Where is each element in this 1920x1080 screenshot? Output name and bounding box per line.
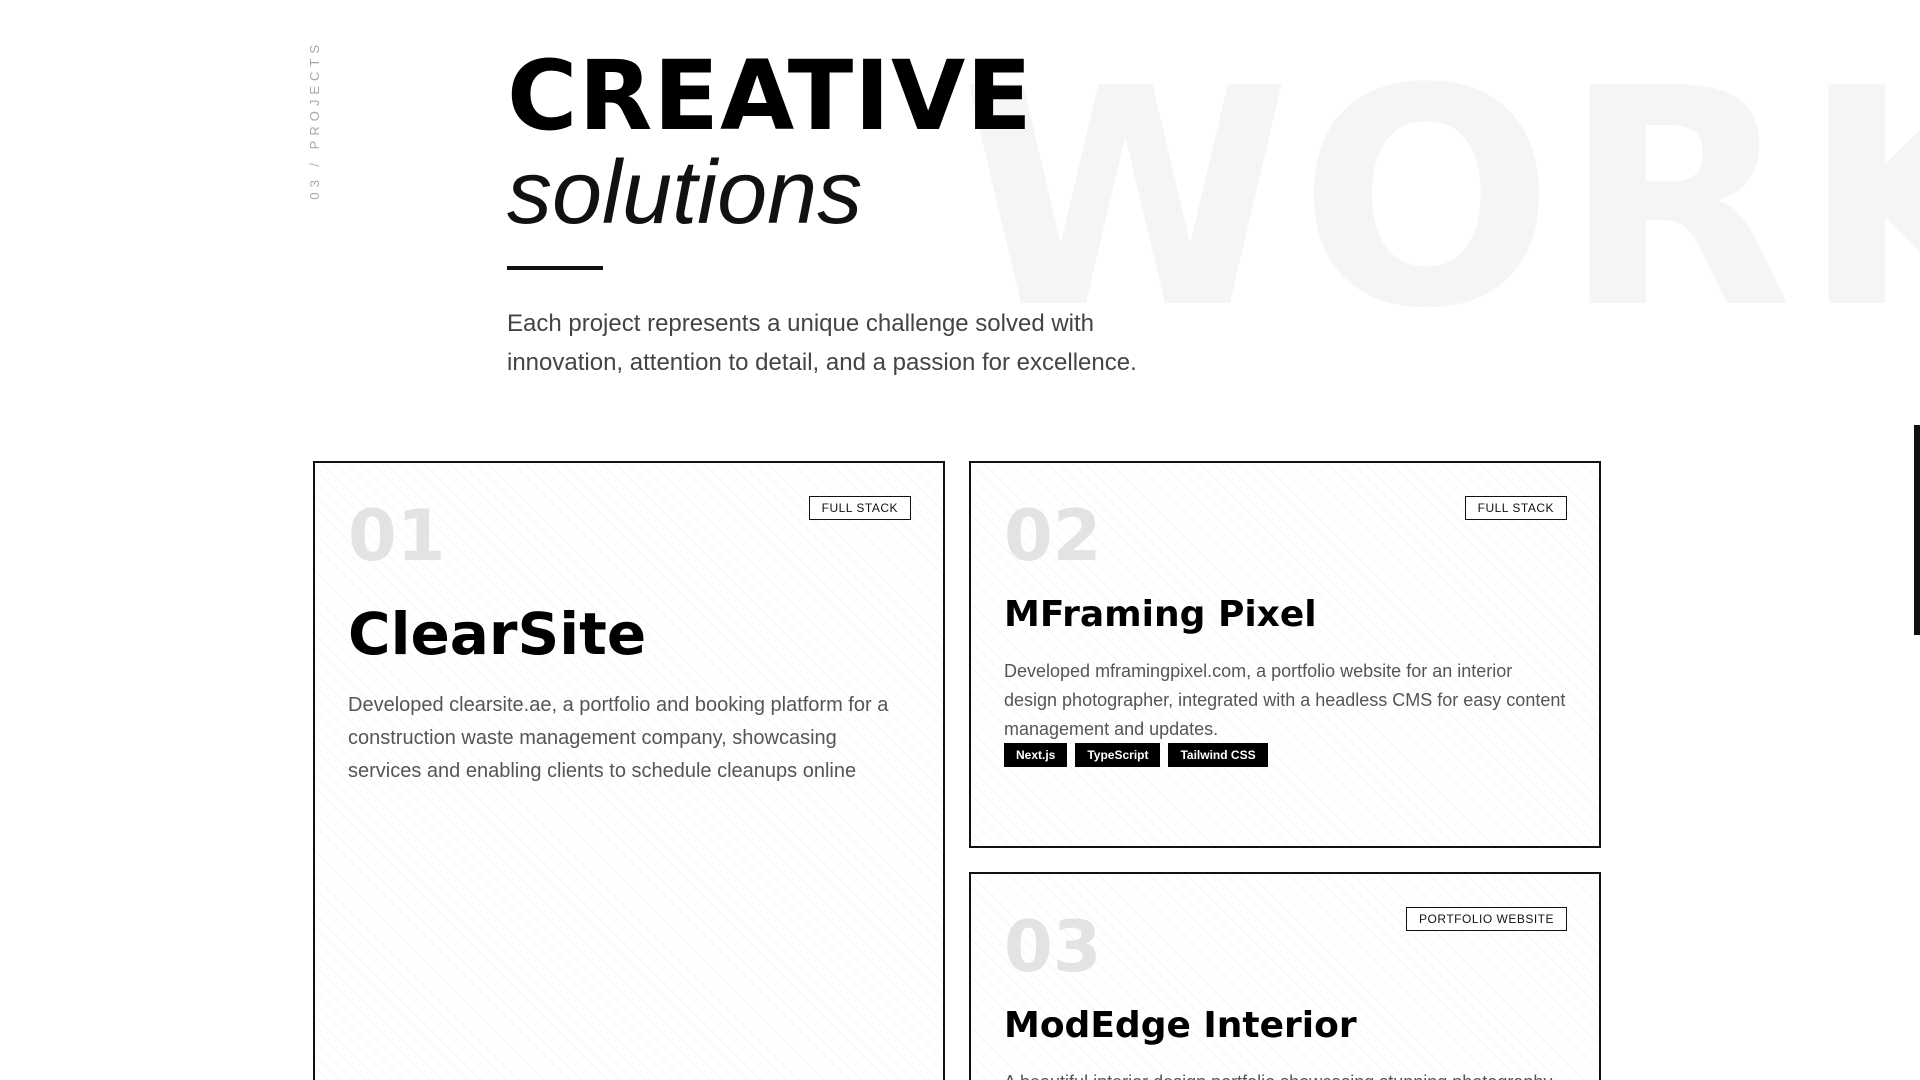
project-category-badge: PORTFOLIO WEBSITE xyxy=(1406,907,1567,931)
project-category-badge: FULL STACK xyxy=(808,496,911,520)
tech-tag: Next.js xyxy=(1004,743,1068,768)
intro-line: Each project represents a unique challen… xyxy=(507,310,1095,337)
project-card-modedge-interior[interactable]: 03 PORTFOLIO WEBSITE ModEdge Interior A … xyxy=(969,872,1601,1080)
project-number: 02 xyxy=(1004,495,1102,577)
section-title: CREATIVE xyxy=(507,40,1033,152)
project-title: MFraming Pixel xyxy=(1004,594,1317,635)
project-description: Developed clearsite.ae, a portfolio and … xyxy=(348,694,889,782)
section-label: 03 / PROJECTS xyxy=(307,40,322,200)
project-category-badge: FULL STACK xyxy=(1464,496,1567,520)
project-card-mframing-pixel[interactable]: 02 FULL STACK MFraming Pixel Developed m… xyxy=(969,461,1601,848)
section-subtitle: solutions xyxy=(507,143,863,243)
project-description: Developed mframingpixel.com, a portfolio… xyxy=(1004,661,1566,739)
project-number: 01 xyxy=(348,495,446,577)
project-title: ClearSite xyxy=(348,600,647,668)
scroll-indicator[interactable] xyxy=(1914,425,1920,635)
project-number: 03 xyxy=(1004,906,1102,988)
project-description: A beautiful interior design portfolio sh… xyxy=(1004,1068,1569,1080)
tech-tag-list: Next.js TypeScript Tailwind CSS xyxy=(1004,743,1268,768)
title-divider xyxy=(507,266,603,270)
project-card-clearsite[interactable]: 01 FULL STACK ClearSite Developed clears… xyxy=(313,461,945,1080)
tech-tag: TypeScript xyxy=(1075,743,1161,768)
section-intro: Each project represents a unique challen… xyxy=(507,304,1207,382)
intro-line: innovation, attention to detail, and a p… xyxy=(507,349,1137,376)
projects-section: 03 / PROJECTS WORK CREATIVE solutions Ea… xyxy=(0,0,1920,1080)
tech-tag: Tailwind CSS xyxy=(1168,743,1268,768)
project-title: ModEdge Interior xyxy=(1004,1005,1357,1046)
